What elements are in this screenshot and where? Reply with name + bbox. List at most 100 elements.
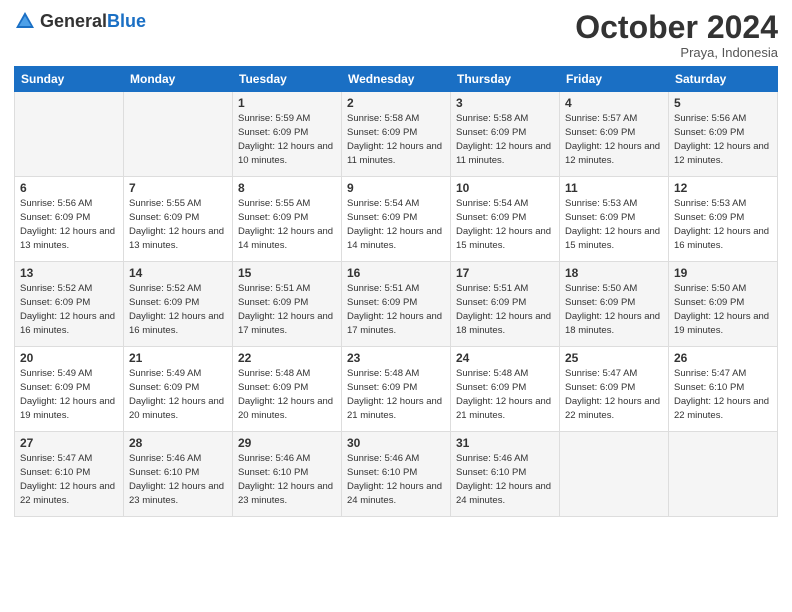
day-number: 23 bbox=[347, 351, 445, 365]
day-number: 24 bbox=[456, 351, 554, 365]
day-number: 28 bbox=[129, 436, 227, 450]
table-row: 12 Sunrise: 5:53 AMSunset: 6:09 PMDaylig… bbox=[669, 177, 778, 262]
day-info: Sunrise: 5:51 AMSunset: 6:09 PMDaylight:… bbox=[347, 283, 442, 335]
table-row: 20 Sunrise: 5:49 AMSunset: 6:09 PMDaylig… bbox=[15, 347, 124, 432]
day-number: 6 bbox=[20, 181, 118, 195]
table-row: 14 Sunrise: 5:52 AMSunset: 6:09 PMDaylig… bbox=[124, 262, 233, 347]
day-number: 27 bbox=[20, 436, 118, 450]
table-row: 13 Sunrise: 5:52 AMSunset: 6:09 PMDaylig… bbox=[15, 262, 124, 347]
day-info: Sunrise: 5:55 AMSunset: 6:09 PMDaylight:… bbox=[129, 198, 224, 250]
table-row: 18 Sunrise: 5:50 AMSunset: 6:09 PMDaylig… bbox=[560, 262, 669, 347]
calendar-week-row: 27 Sunrise: 5:47 AMSunset: 6:10 PMDaylig… bbox=[15, 432, 778, 517]
day-number: 18 bbox=[565, 266, 663, 280]
day-number: 8 bbox=[238, 181, 336, 195]
day-number: 9 bbox=[347, 181, 445, 195]
day-number: 15 bbox=[238, 266, 336, 280]
table-row: 15 Sunrise: 5:51 AMSunset: 6:09 PMDaylig… bbox=[233, 262, 342, 347]
table-row: 7 Sunrise: 5:55 AMSunset: 6:09 PMDayligh… bbox=[124, 177, 233, 262]
day-number: 11 bbox=[565, 181, 663, 195]
day-info: Sunrise: 5:51 AMSunset: 6:09 PMDaylight:… bbox=[456, 283, 551, 335]
calendar-header-row: Sunday Monday Tuesday Wednesday Thursday… bbox=[15, 67, 778, 92]
day-number: 16 bbox=[347, 266, 445, 280]
day-info: Sunrise: 5:54 AMSunset: 6:09 PMDaylight:… bbox=[456, 198, 551, 250]
table-row: 29 Sunrise: 5:46 AMSunset: 6:10 PMDaylig… bbox=[233, 432, 342, 517]
table-row bbox=[15, 92, 124, 177]
location: Praya, Indonesia bbox=[575, 45, 778, 60]
day-number: 22 bbox=[238, 351, 336, 365]
day-number: 4 bbox=[565, 96, 663, 110]
table-row: 3 Sunrise: 5:58 AMSunset: 6:09 PMDayligh… bbox=[451, 92, 560, 177]
table-row: 22 Sunrise: 5:48 AMSunset: 6:09 PMDaylig… bbox=[233, 347, 342, 432]
day-number: 17 bbox=[456, 266, 554, 280]
day-info: Sunrise: 5:51 AMSunset: 6:09 PMDaylight:… bbox=[238, 283, 333, 335]
day-number: 19 bbox=[674, 266, 772, 280]
day-info: Sunrise: 5:50 AMSunset: 6:09 PMDaylight:… bbox=[674, 283, 769, 335]
table-row: 19 Sunrise: 5:50 AMSunset: 6:09 PMDaylig… bbox=[669, 262, 778, 347]
day-info: Sunrise: 5:47 AMSunset: 6:10 PMDaylight:… bbox=[674, 368, 769, 420]
day-info: Sunrise: 5:52 AMSunset: 6:09 PMDaylight:… bbox=[129, 283, 224, 335]
col-tuesday: Tuesday bbox=[233, 67, 342, 92]
day-number: 5 bbox=[674, 96, 772, 110]
table-row: 5 Sunrise: 5:56 AMSunset: 6:09 PMDayligh… bbox=[669, 92, 778, 177]
col-monday: Monday bbox=[124, 67, 233, 92]
table-row: 28 Sunrise: 5:46 AMSunset: 6:10 PMDaylig… bbox=[124, 432, 233, 517]
day-info: Sunrise: 5:54 AMSunset: 6:09 PMDaylight:… bbox=[347, 198, 442, 250]
day-number: 13 bbox=[20, 266, 118, 280]
col-thursday: Thursday bbox=[451, 67, 560, 92]
day-info: Sunrise: 5:48 AMSunset: 6:09 PMDaylight:… bbox=[456, 368, 551, 420]
table-row bbox=[124, 92, 233, 177]
day-info: Sunrise: 5:50 AMSunset: 6:09 PMDaylight:… bbox=[565, 283, 660, 335]
day-info: Sunrise: 5:58 AMSunset: 6:09 PMDaylight:… bbox=[347, 113, 442, 165]
col-saturday: Saturday bbox=[669, 67, 778, 92]
table-row: 26 Sunrise: 5:47 AMSunset: 6:10 PMDaylig… bbox=[669, 347, 778, 432]
day-number: 12 bbox=[674, 181, 772, 195]
logo-general: General bbox=[40, 11, 107, 31]
day-number: 2 bbox=[347, 96, 445, 110]
title-block: October 2024 Praya, Indonesia bbox=[575, 10, 778, 60]
logo-icon bbox=[14, 10, 36, 32]
table-row: 17 Sunrise: 5:51 AMSunset: 6:09 PMDaylig… bbox=[451, 262, 560, 347]
day-number: 7 bbox=[129, 181, 227, 195]
day-info: Sunrise: 5:48 AMSunset: 6:09 PMDaylight:… bbox=[238, 368, 333, 420]
calendar-table: Sunday Monday Tuesday Wednesday Thursday… bbox=[14, 66, 778, 517]
header: GeneralBlue October 2024 Praya, Indonesi… bbox=[14, 10, 778, 60]
logo-blue: Blue bbox=[107, 11, 146, 31]
table-row: 9 Sunrise: 5:54 AMSunset: 6:09 PMDayligh… bbox=[342, 177, 451, 262]
day-number: 30 bbox=[347, 436, 445, 450]
day-info: Sunrise: 5:48 AMSunset: 6:09 PMDaylight:… bbox=[347, 368, 442, 420]
day-number: 1 bbox=[238, 96, 336, 110]
table-row: 31 Sunrise: 5:46 AMSunset: 6:10 PMDaylig… bbox=[451, 432, 560, 517]
day-number: 29 bbox=[238, 436, 336, 450]
day-info: Sunrise: 5:47 AMSunset: 6:09 PMDaylight:… bbox=[565, 368, 660, 420]
logo-text: GeneralBlue bbox=[40, 11, 146, 32]
day-number: 20 bbox=[20, 351, 118, 365]
day-info: Sunrise: 5:46 AMSunset: 6:10 PMDaylight:… bbox=[347, 453, 442, 505]
table-row: 25 Sunrise: 5:47 AMSunset: 6:09 PMDaylig… bbox=[560, 347, 669, 432]
day-info: Sunrise: 5:57 AMSunset: 6:09 PMDaylight:… bbox=[565, 113, 660, 165]
day-number: 3 bbox=[456, 96, 554, 110]
table-row: 27 Sunrise: 5:47 AMSunset: 6:10 PMDaylig… bbox=[15, 432, 124, 517]
day-info: Sunrise: 5:46 AMSunset: 6:10 PMDaylight:… bbox=[238, 453, 333, 505]
table-row: 24 Sunrise: 5:48 AMSunset: 6:09 PMDaylig… bbox=[451, 347, 560, 432]
table-row: 1 Sunrise: 5:59 AMSunset: 6:09 PMDayligh… bbox=[233, 92, 342, 177]
page: GeneralBlue October 2024 Praya, Indonesi… bbox=[0, 0, 792, 612]
calendar-week-row: 1 Sunrise: 5:59 AMSunset: 6:09 PMDayligh… bbox=[15, 92, 778, 177]
day-info: Sunrise: 5:53 AMSunset: 6:09 PMDaylight:… bbox=[565, 198, 660, 250]
day-info: Sunrise: 5:49 AMSunset: 6:09 PMDaylight:… bbox=[20, 368, 115, 420]
day-info: Sunrise: 5:56 AMSunset: 6:09 PMDaylight:… bbox=[20, 198, 115, 250]
table-row: 10 Sunrise: 5:54 AMSunset: 6:09 PMDaylig… bbox=[451, 177, 560, 262]
table-row: 6 Sunrise: 5:56 AMSunset: 6:09 PMDayligh… bbox=[15, 177, 124, 262]
table-row: 11 Sunrise: 5:53 AMSunset: 6:09 PMDaylig… bbox=[560, 177, 669, 262]
table-row bbox=[560, 432, 669, 517]
day-info: Sunrise: 5:58 AMSunset: 6:09 PMDaylight:… bbox=[456, 113, 551, 165]
logo: GeneralBlue bbox=[14, 10, 146, 32]
calendar-week-row: 20 Sunrise: 5:49 AMSunset: 6:09 PMDaylig… bbox=[15, 347, 778, 432]
day-info: Sunrise: 5:55 AMSunset: 6:09 PMDaylight:… bbox=[238, 198, 333, 250]
col-sunday: Sunday bbox=[15, 67, 124, 92]
table-row: 23 Sunrise: 5:48 AMSunset: 6:09 PMDaylig… bbox=[342, 347, 451, 432]
calendar-week-row: 13 Sunrise: 5:52 AMSunset: 6:09 PMDaylig… bbox=[15, 262, 778, 347]
table-row bbox=[669, 432, 778, 517]
day-number: 31 bbox=[456, 436, 554, 450]
day-number: 14 bbox=[129, 266, 227, 280]
day-info: Sunrise: 5:53 AMSunset: 6:09 PMDaylight:… bbox=[674, 198, 769, 250]
